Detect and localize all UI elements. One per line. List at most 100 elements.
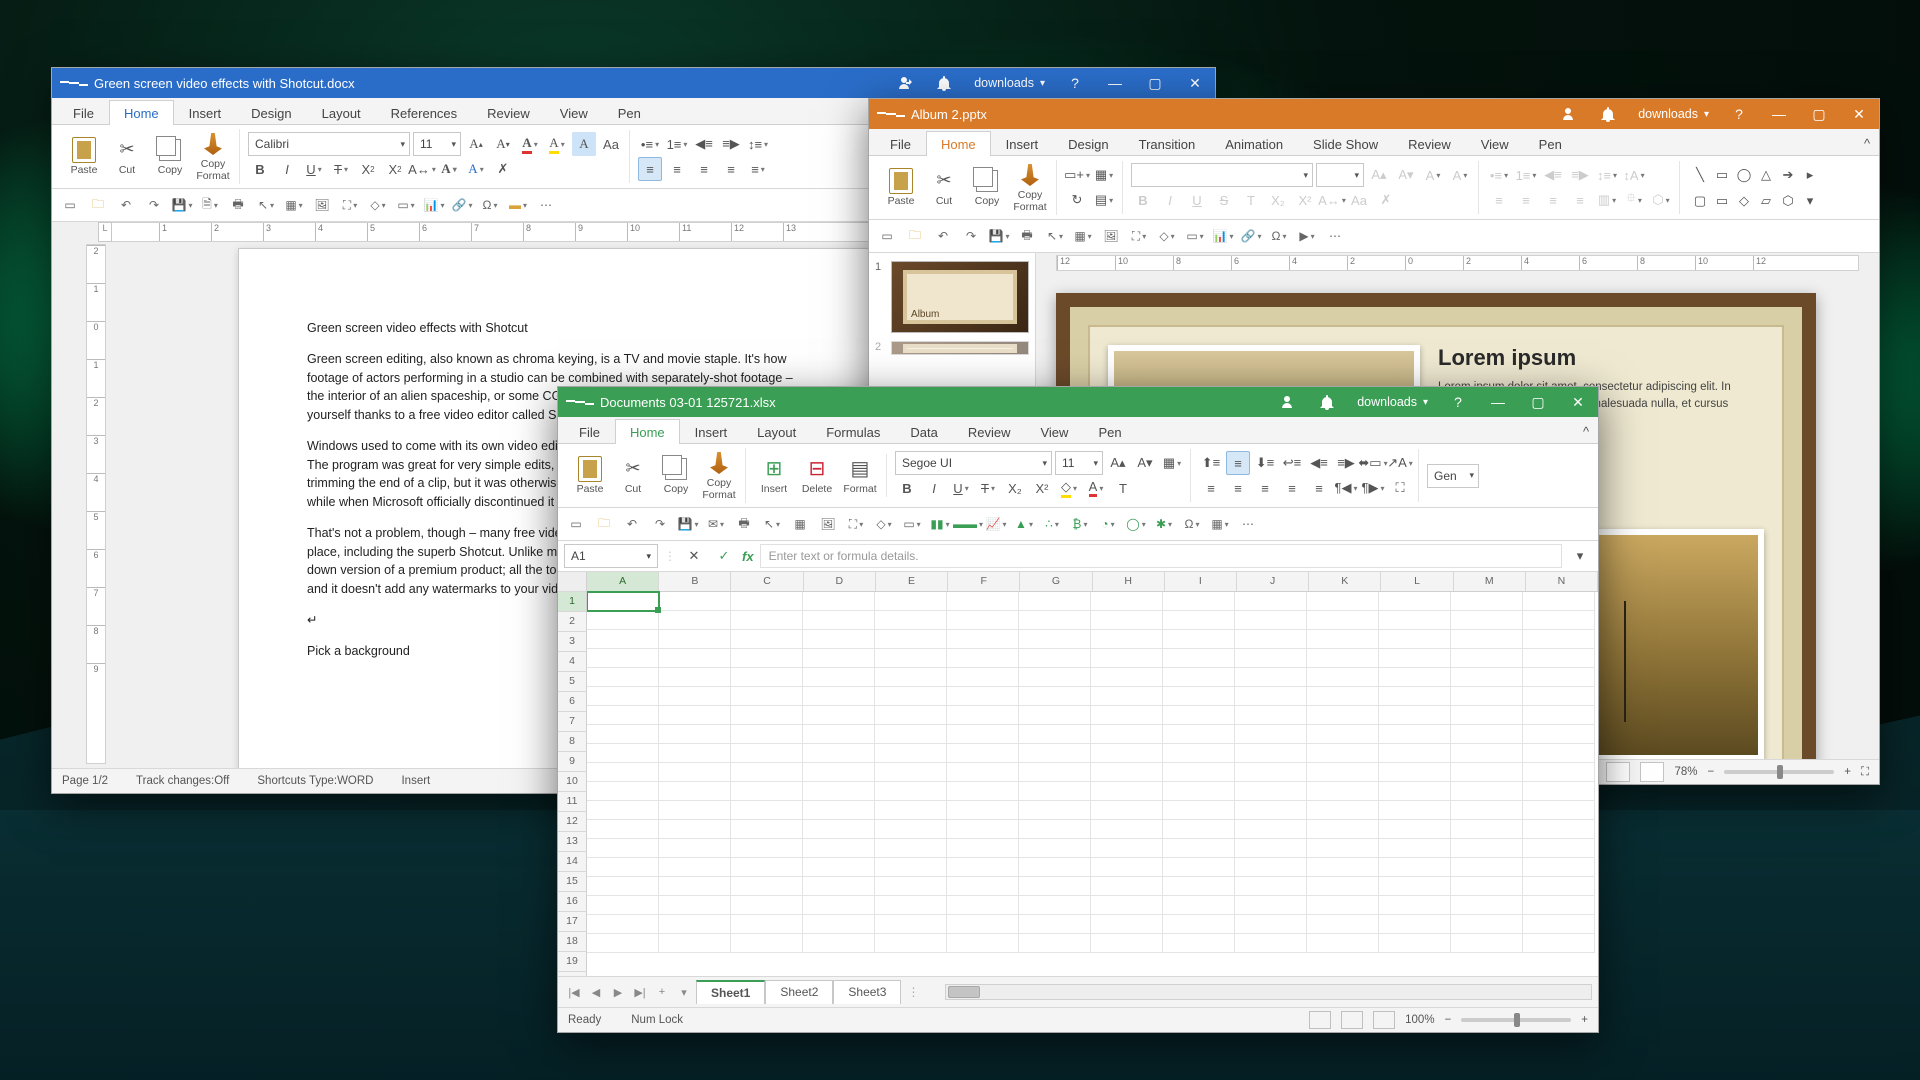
downloads-menu[interactable]: downloads — [964, 76, 1055, 90]
align-right-button[interactable]: ≡ — [1541, 188, 1565, 212]
shape-expand-icon[interactable]: ▾ — [1798, 189, 1822, 213]
row-header[interactable]: 14 — [558, 852, 586, 872]
shape-icon[interactable]: ◇ — [1155, 225, 1179, 247]
delete-button[interactable]: ⊟Delete — [797, 456, 837, 496]
cell[interactable] — [1451, 782, 1523, 801]
cell[interactable] — [731, 592, 803, 611]
row-header[interactable]: 8 — [558, 732, 586, 752]
bold-button[interactable]: B — [895, 476, 919, 500]
cell[interactable] — [1523, 687, 1595, 706]
tab-file[interactable]: File — [58, 100, 109, 125]
col-header[interactable]: I — [1165, 572, 1237, 591]
cell[interactable] — [1091, 801, 1163, 820]
cell[interactable] — [1379, 649, 1451, 668]
cell[interactable] — [875, 858, 947, 877]
cell[interactable] — [659, 725, 731, 744]
cell[interactable] — [1091, 915, 1163, 934]
cell[interactable] — [1523, 896, 1595, 915]
cell[interactable] — [1307, 820, 1379, 839]
cell[interactable] — [1019, 934, 1091, 953]
undo-icon[interactable]: ↶ — [931, 225, 955, 247]
symbol-icon[interactable]: Ω — [478, 194, 502, 216]
row-header[interactable]: 10 — [558, 772, 586, 792]
cell[interactable] — [659, 896, 731, 915]
cell[interactable] — [875, 915, 947, 934]
cell[interactable] — [1163, 744, 1235, 763]
hamburger-icon[interactable] — [877, 99, 905, 129]
row-header[interactable]: 11 — [558, 792, 586, 812]
cell[interactable] — [1523, 934, 1595, 953]
shape-icon[interactable]: ◇ — [872, 513, 896, 535]
cell[interactable] — [1019, 839, 1091, 858]
cell[interactable] — [947, 630, 1019, 649]
number-format-combo[interactable]: Gen — [1427, 464, 1479, 488]
tab-view[interactable]: View — [1025, 419, 1083, 444]
cell[interactable] — [1379, 934, 1451, 953]
open-icon[interactable]: 🗀 — [86, 194, 110, 216]
shape-round-icon[interactable]: ▭ — [1710, 189, 1734, 213]
cell[interactable] — [875, 706, 947, 725]
tab-insert[interactable]: Insert — [991, 131, 1054, 156]
cell[interactable] — [1307, 687, 1379, 706]
cell[interactable] — [1523, 858, 1595, 877]
cell[interactable] — [1451, 725, 1523, 744]
cell[interactable] — [659, 934, 731, 953]
cell[interactable] — [1163, 858, 1235, 877]
cell[interactable] — [587, 725, 659, 744]
media-icon[interactable]: ▶ — [1295, 225, 1319, 247]
add-sheet-icon[interactable]: + — [652, 982, 672, 1002]
copy-button[interactable]: Copy — [967, 168, 1007, 208]
cell[interactable] — [1091, 839, 1163, 858]
font-color-button[interactable]: A — [518, 132, 542, 156]
cell[interactable] — [1235, 630, 1307, 649]
shape-diam-icon[interactable]: ◇ — [1732, 189, 1756, 213]
shrink-font-button[interactable]: A▾ — [491, 132, 515, 156]
line-space-button[interactable]: ↕≡ — [1595, 163, 1619, 187]
cell[interactable] — [587, 896, 659, 915]
cell[interactable] — [803, 820, 875, 839]
cell[interactable] — [1379, 592, 1451, 611]
sheet-titlebar[interactable]: Documents 03-01 125721.xlsx downloads ? … — [558, 387, 1598, 417]
save-icon[interactable]: 💾 — [987, 225, 1011, 247]
sheet-tab[interactable]: Sheet2 — [765, 980, 833, 1004]
cell[interactable] — [731, 896, 803, 915]
textbox-icon[interactable]: ▭ — [1183, 225, 1207, 247]
cell[interactable] — [659, 877, 731, 896]
cell[interactable] — [1235, 744, 1307, 763]
fit-button[interactable]: ⛶ — [1861, 766, 1869, 779]
layout-button[interactable]: ▦ — [1092, 163, 1116, 187]
cell[interactable] — [947, 687, 1019, 706]
cell[interactable] — [659, 915, 731, 934]
expand-button[interactable]: ⛶ — [1388, 476, 1412, 500]
screenshot-icon[interactable]: ⛶ — [338, 194, 362, 216]
ppt-ruler-h[interactable]: 12108642024681012 — [1056, 255, 1859, 271]
cell[interactable] — [1523, 744, 1595, 763]
cell[interactable] — [731, 915, 803, 934]
strike-button[interactable]: T — [329, 157, 353, 181]
tab-layout[interactable]: Layout — [742, 419, 811, 444]
status-shortcut[interactable]: Shortcuts Type:WORD — [257, 775, 373, 787]
cell[interactable] — [1307, 668, 1379, 687]
cell[interactable] — [1019, 820, 1091, 839]
cell[interactable] — [1019, 725, 1091, 744]
char-spacing-button[interactable]: A↔ — [1320, 188, 1344, 212]
col-header[interactable]: K — [1309, 572, 1381, 591]
close-button[interactable]: ✕ — [1839, 99, 1879, 129]
cell[interactable] — [731, 877, 803, 896]
highlight-icon[interactable]: ▬ — [506, 194, 530, 216]
cell[interactable] — [803, 630, 875, 649]
slide-heading[interactable]: Lorem ipsum — [1438, 345, 1764, 371]
cell[interactable] — [659, 706, 731, 725]
cell[interactable] — [1307, 649, 1379, 668]
cell[interactable] — [1019, 782, 1091, 801]
cell[interactable] — [1451, 592, 1523, 611]
cell[interactable] — [1163, 668, 1235, 687]
align-justify-button[interactable]: ≡ — [1568, 188, 1592, 212]
tab-insert[interactable]: Insert — [680, 419, 743, 444]
row-header[interactable]: 4 — [558, 652, 586, 672]
cell[interactable] — [731, 630, 803, 649]
chart-scatter-icon[interactable]: ∴ — [1040, 513, 1064, 535]
zoom-in-button[interactable]: + — [1581, 1014, 1588, 1026]
grow-font-button[interactable]: A▴ — [1106, 451, 1130, 475]
table-icon[interactable]: ▦ — [282, 194, 306, 216]
